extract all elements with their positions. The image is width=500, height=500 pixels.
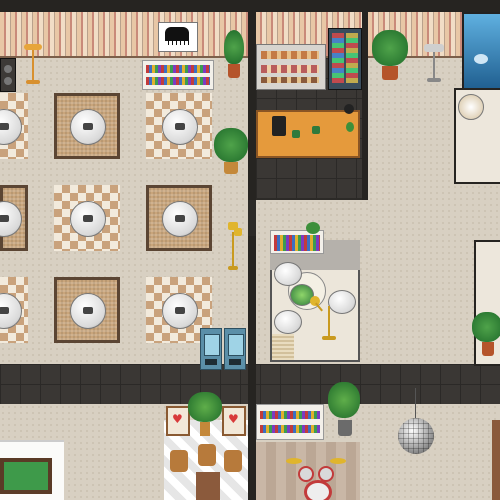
bookshelf-top[interactable] [142, 60, 214, 90]
potted-plant-icon [328, 382, 360, 438]
stool-icon[interactable] [170, 450, 188, 472]
cafe-table[interactable] [162, 293, 198, 329]
bookshelf-lounge[interactable] [270, 230, 324, 254]
potted-plant-icon [370, 30, 410, 82]
bar-stool-icon[interactable] [344, 104, 354, 114]
partition-wall-top [248, 0, 256, 200]
cafe-table[interactable] [162, 201, 198, 237]
floor-mat [272, 334, 294, 360]
bar-counter[interactable] [256, 110, 360, 158]
potted-plant-icon [222, 30, 246, 80]
potted-plant-icon [472, 312, 500, 358]
small-plant-icon [306, 222, 320, 234]
cafe-table[interactable] [70, 201, 106, 237]
floor-lamp-icon[interactable] [226, 222, 242, 272]
floor-lamp-icon[interactable] [310, 290, 344, 342]
pool-table[interactable] [0, 458, 52, 494]
piano-icon[interactable] [158, 22, 198, 52]
cafe-table[interactable] [70, 109, 106, 145]
lounge-chair[interactable] [274, 310, 302, 334]
game-map: ♥ ♥ [0, 0, 500, 500]
side-table-icon[interactable] [458, 94, 484, 120]
cup-icon [292, 130, 300, 138]
floor-lamp-icon[interactable] [424, 44, 444, 84]
disco-ball-icon[interactable] [398, 388, 434, 458]
cup-icon [312, 126, 320, 134]
drinks-fridge[interactable] [328, 28, 362, 90]
small-plant-icon [346, 122, 354, 132]
partition-wall-lower [248, 236, 256, 500]
door-frame [492, 420, 500, 500]
coffee-machine-icon[interactable] [272, 116, 286, 136]
vending-machine-icon[interactable] [200, 328, 222, 370]
bookshelf-lower[interactable] [256, 404, 324, 440]
floor-lamp-icon[interactable] [22, 44, 44, 86]
drum-kit-icon[interactable] [282, 458, 352, 500]
easel-heart-icon[interactable]: ♥ [222, 406, 246, 436]
speaker-icon[interactable] [0, 58, 16, 92]
easel-heart-icon[interactable]: ♥ [166, 406, 190, 436]
lounge-chair[interactable] [274, 262, 302, 286]
potted-plant-icon [214, 128, 248, 176]
blanket [196, 472, 220, 500]
fish-icon [474, 54, 488, 64]
cafe-table[interactable] [162, 109, 198, 145]
vending-machine-icon[interactable] [224, 328, 246, 370]
pastry-display-case[interactable] [256, 44, 326, 90]
aquarium[interactable] [462, 12, 500, 92]
stool-icon[interactable] [198, 444, 216, 466]
cafe-table[interactable] [70, 293, 106, 329]
potted-plant-icon [188, 392, 222, 440]
stool-icon[interactable] [224, 450, 242, 472]
